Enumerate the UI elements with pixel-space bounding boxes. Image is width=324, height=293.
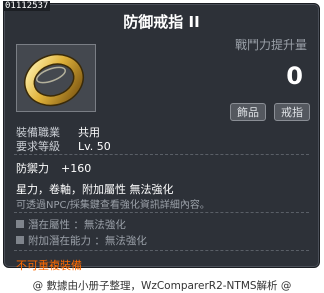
stat-value: +160 (61, 162, 92, 175)
type-badge: 戒指 (274, 103, 310, 121)
category-badge: 飾品 (230, 103, 266, 121)
divider (14, 154, 309, 155)
potential-value: 無法強化 (104, 235, 147, 247)
combat-power-label: 戰鬥力提升量 (234, 38, 307, 52)
combat-power-value: 0 (286, 62, 303, 90)
item-id: 01112537 (3, 1, 51, 11)
additional-potential-row: 附加潛在能力 ：無法強化 (16, 233, 147, 248)
item-tooltip: 防御戒指 II 戰鬥力提升量 0 飾品 戒指 裝備職業 共用 要求等級 Lv. 50… (3, 3, 320, 272)
item-icon-frame (16, 44, 96, 112)
divider (14, 250, 309, 251)
info-value: Lv. 50 (78, 140, 111, 153)
divider (14, 212, 309, 213)
potential-label: 附加潛在能力 ： (28, 235, 105, 247)
potential-value: 無法強化 (83, 219, 126, 231)
potential-row: 潛在屬性 ：無法強化 (16, 217, 126, 232)
potential-square-icon (16, 220, 24, 228)
enhance-flags: 星力，卷軸，附加屬性 無法強化 (16, 183, 174, 196)
info-row-level: 要求等級 Lv. 50 (16, 138, 111, 154)
stat-row-defense: 防禦力 +160 (16, 160, 91, 176)
stat-name: 防禦力 (16, 162, 49, 175)
potential-label: 潛在屬性 ： (28, 219, 84, 231)
info-key: 要求等級 (16, 140, 60, 153)
ring-icon (24, 53, 84, 107)
item-title: 防御戒指 II (123, 13, 200, 31)
enhance-hint: 可透過NPC/採集鍵查看強化資訊詳細內容。 (16, 200, 210, 211)
credit-text: @ 數據由小册子整理，WzComparerR2-NTMS解析 @ (32, 280, 292, 292)
potential-square-icon (16, 236, 24, 244)
unique-equip-warning: 不可重複裝備 (16, 259, 82, 272)
